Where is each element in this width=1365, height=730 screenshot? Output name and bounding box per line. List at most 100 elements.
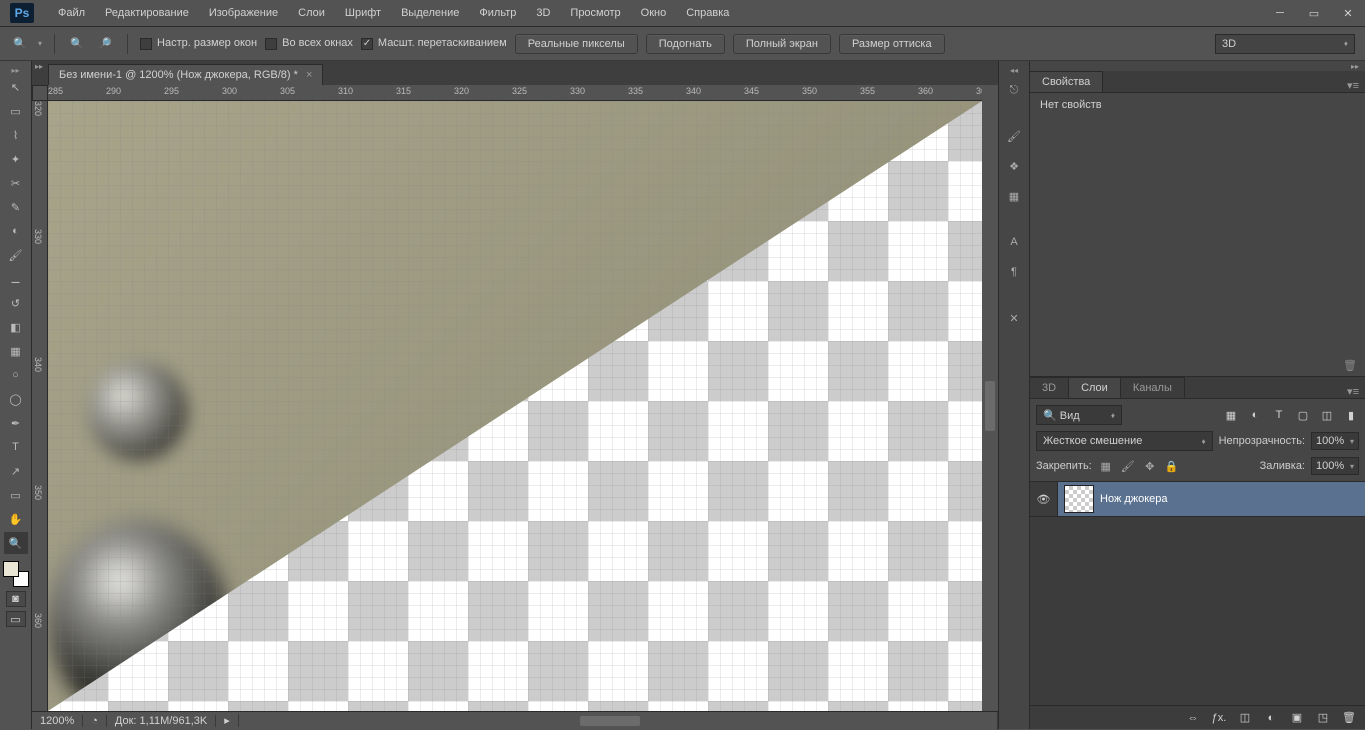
lock-transparency-icon[interactable]: ▦ xyxy=(1098,458,1114,474)
magic-wand-tool[interactable]: ✦ xyxy=(4,148,28,170)
lock-pixels-icon[interactable]: 🖌 xyxy=(1120,458,1136,474)
menu-view[interactable]: Просмотр xyxy=(560,7,630,19)
layer-thumbnail[interactable] xyxy=(1064,485,1094,513)
blend-mode-dropdown[interactable]: Жесткое смешение♦ xyxy=(1036,431,1213,451)
gradient-tool[interactable]: ▦ xyxy=(4,340,28,362)
eyedropper-tool[interactable]: ✎ xyxy=(4,196,28,218)
panel-icon-brush[interactable]: 🖌 xyxy=(1002,123,1026,149)
panel-icon-character[interactable]: A xyxy=(1002,229,1026,255)
blur-tool[interactable]: ○ xyxy=(4,364,28,386)
shape-tool[interactable]: ▭ xyxy=(4,484,28,506)
delete-layer-icon[interactable]: 🗑 xyxy=(1341,711,1357,724)
menu-type[interactable]: Шрифт xyxy=(335,7,391,19)
full-screen-button[interactable]: Полный экран xyxy=(733,34,831,54)
scrubby-zoom-checkbox[interactable]: Масшт. перетаскиванием xyxy=(361,37,507,49)
fit-screen-button[interactable]: Подогнать xyxy=(646,34,725,54)
link-layers-icon[interactable]: ⇔ xyxy=(1185,712,1201,724)
mid-collapse[interactable]: ◂◂ xyxy=(999,65,1029,75)
menu-help[interactable]: Справка xyxy=(676,7,739,19)
lasso-tool[interactable]: ⌇ xyxy=(4,124,28,146)
status-arrow[interactable]: ▸ xyxy=(216,714,239,727)
panel-icon-paragraph[interactable]: ¶ xyxy=(1002,259,1026,285)
menu-filter[interactable]: Фильтр xyxy=(469,7,526,19)
lock-position-icon[interactable]: ✥ xyxy=(1142,458,1158,474)
layer-item[interactable]: 👁 Нож джокера xyxy=(1030,481,1365,517)
group-icon[interactable]: ▣ xyxy=(1289,711,1305,724)
dodge-tool[interactable]: ◯ xyxy=(4,388,28,410)
properties-tab[interactable]: Свойства xyxy=(1030,71,1103,92)
horizontal-scrollbar[interactable] xyxy=(239,712,998,730)
crop-tool[interactable]: ✂ xyxy=(4,172,28,194)
layer-fx-icon[interactable]: ƒx. xyxy=(1211,712,1227,724)
screenmode-button[interactable]: ▭ xyxy=(6,611,26,627)
menu-layers[interactable]: Слои xyxy=(288,7,335,19)
brush-tool[interactable]: 🖌 xyxy=(4,244,28,266)
tab-channels[interactable]: Каналы xyxy=(1121,377,1185,398)
zoom-level[interactable]: 1200% xyxy=(32,715,83,727)
new-layer-icon[interactable]: ◳ xyxy=(1315,711,1331,724)
layer-mask-icon[interactable]: ◫ xyxy=(1237,711,1253,724)
zoom-out-icon[interactable]: 🔎 xyxy=(95,34,115,54)
stamp-tool[interactable]: ⚊ xyxy=(4,268,28,290)
menu-window[interactable]: Окно xyxy=(631,7,677,19)
marquee-tool[interactable]: ▭ xyxy=(4,100,28,122)
history-brush-tool[interactable]: ↺ xyxy=(4,292,28,314)
vertical-scrollbar[interactable] xyxy=(982,101,998,711)
workspace-dropdown[interactable]: 3D♦ xyxy=(1215,34,1355,54)
actual-pixels-button[interactable]: Реальные пикселы xyxy=(515,34,638,54)
horizontal-ruler[interactable]: 2852902953003053103153203253303353403453… xyxy=(48,85,982,101)
doc-info[interactable]: Док: 1,11M/961,3K xyxy=(107,715,216,727)
filter-type-icon[interactable]: T xyxy=(1271,407,1287,423)
panel-icon-adjustments[interactable]: ✕ xyxy=(1002,305,1026,331)
doc-collapse[interactable]: ▸▸ xyxy=(32,61,46,71)
foreground-color[interactable] xyxy=(3,561,19,577)
path-tool[interactable]: ↗ xyxy=(4,460,28,482)
panel-icon-history[interactable]: ⎋ xyxy=(1002,77,1026,103)
all-windows-checkbox[interactable]: Во всех окнах xyxy=(265,37,353,49)
filter-toggle[interactable]: ▮ xyxy=(1343,407,1359,423)
zoom-tool[interactable]: 🔍 xyxy=(4,532,28,554)
layer-name[interactable]: Нож джокера xyxy=(1100,493,1168,505)
resize-windows-checkbox[interactable]: Настр. размер окон xyxy=(140,37,257,49)
lock-all-icon[interactable]: 🔒 xyxy=(1164,458,1180,474)
panel-icon-styles[interactable]: ▦ xyxy=(1002,183,1026,209)
window-close-button[interactable]: ✕ xyxy=(1333,3,1363,23)
move-tool[interactable]: ↖ xyxy=(4,76,28,98)
properties-trash-icon[interactable]: 🗑 xyxy=(1343,359,1357,372)
hand-tool[interactable]: ✋ xyxy=(4,508,28,530)
panels-collapse[interactable]: ▸▸ xyxy=(1030,61,1365,71)
healing-tool[interactable]: ◐ xyxy=(4,220,28,242)
canvas[interactable] xyxy=(48,101,982,711)
toolbox-collapse[interactable]: ▸▸ xyxy=(1,65,31,75)
document-tab[interactable]: Без имени-1 @ 1200% (Нож джокера, RGB/8)… xyxy=(48,64,323,85)
status-icon[interactable]: ◔ xyxy=(83,715,107,727)
layer-filter-dropdown[interactable]: 🔍 Вид♦ xyxy=(1036,405,1122,425)
filter-smart-icon[interactable]: ◫ xyxy=(1319,407,1335,423)
properties-menu-icon[interactable]: ▾≡ xyxy=(1341,79,1365,92)
quickmask-button[interactable]: ◙ xyxy=(6,591,26,607)
panel-icon-swatches[interactable]: ❖ xyxy=(1002,153,1026,179)
tab-3d[interactable]: 3D xyxy=(1030,377,1069,398)
layer-visibility-icon[interactable]: 👁 xyxy=(1030,482,1058,516)
menu-edit[interactable]: Редактирование xyxy=(95,7,199,19)
tab-layers[interactable]: Слои xyxy=(1069,377,1121,398)
print-size-button[interactable]: Размер оттиска xyxy=(839,34,945,54)
opacity-input[interactable]: 100%▾ xyxy=(1311,432,1359,450)
adjustment-layer-icon[interactable]: ◐ xyxy=(1263,712,1279,724)
layers-menu-icon[interactable]: ▾≡ xyxy=(1341,385,1365,398)
zoom-in-icon[interactable]: 🔍 xyxy=(67,34,87,54)
color-swatches[interactable] xyxy=(3,561,29,587)
menu-3d[interactable]: 3D xyxy=(526,7,560,19)
menu-file[interactable]: Файл xyxy=(48,7,95,19)
filter-adjust-icon[interactable]: ◐ xyxy=(1247,407,1263,423)
filter-pixel-icon[interactable]: ▦ xyxy=(1223,407,1239,423)
vertical-ruler[interactable]: 320330340350360 xyxy=(32,101,48,711)
ruler-origin[interactable] xyxy=(32,85,48,101)
window-maximize-button[interactable]: ▭ xyxy=(1299,3,1329,23)
fill-input[interactable]: 100%▾ xyxy=(1311,457,1359,475)
menu-select[interactable]: Выделение xyxy=(391,7,469,19)
window-minimize-button[interactable]: ─ xyxy=(1265,3,1295,23)
pen-tool[interactable]: ✒ xyxy=(4,412,28,434)
menu-image[interactable]: Изображение xyxy=(199,7,288,19)
close-tab-icon[interactable]: × xyxy=(306,69,312,81)
